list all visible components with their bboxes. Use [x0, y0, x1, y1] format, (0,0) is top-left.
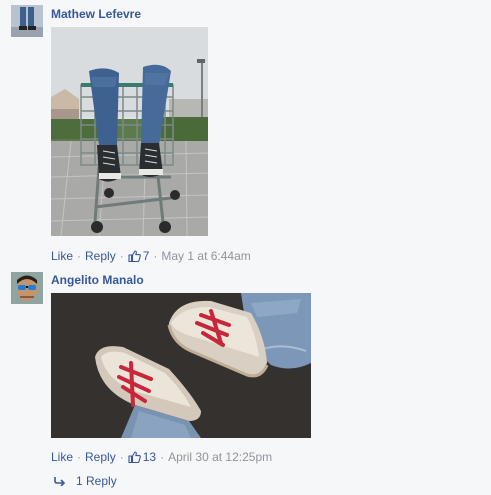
like-link[interactable]: Like: [51, 249, 73, 263]
like-count[interactable]: 7: [128, 249, 150, 263]
comment-actions: Like · Reply · 7 · May 1 at 6:44am: [51, 249, 251, 263]
view-replies-link[interactable]: 1 Reply: [54, 474, 117, 488]
reply-link[interactable]: Reply: [85, 249, 116, 263]
comment-photo[interactable]: [51, 27, 208, 236]
separator: ·: [119, 450, 124, 464]
separator: ·: [119, 249, 124, 263]
like-link[interactable]: Like: [51, 450, 73, 464]
comment-actions: Like · Reply · 13 · April 30 at 12:25pm: [51, 450, 272, 464]
reply-arrow-icon: [54, 477, 66, 486]
avatar[interactable]: [11, 272, 43, 304]
comment-author[interactable]: Mathew Lefevre: [51, 7, 141, 21]
replies-label[interactable]: 1 Reply: [76, 474, 117, 488]
like-count-value: 7: [142, 249, 150, 263]
comment-author[interactable]: Angelito Manalo: [51, 273, 144, 287]
separator: ·: [160, 450, 165, 464]
separator: ·: [77, 249, 82, 263]
like-count[interactable]: 13: [128, 450, 156, 464]
separator: ·: [153, 249, 158, 263]
separator: ·: [77, 450, 82, 464]
comment-photo[interactable]: [51, 293, 311, 438]
thumbs-up-icon: [128, 250, 141, 262]
avatar[interactable]: [11, 5, 43, 37]
comment-timestamp[interactable]: April 30 at 12:25pm: [168, 450, 272, 464]
reply-link[interactable]: Reply: [85, 450, 116, 464]
like-count-value: 13: [142, 450, 157, 464]
comment-timestamp[interactable]: May 1 at 6:44am: [161, 249, 250, 263]
thumbs-up-icon: [128, 451, 141, 463]
